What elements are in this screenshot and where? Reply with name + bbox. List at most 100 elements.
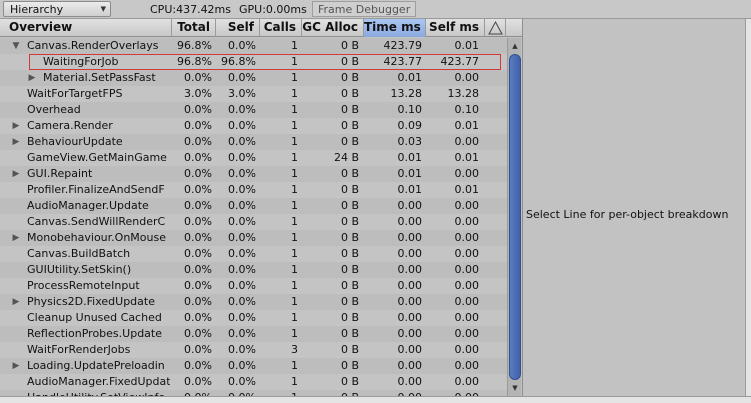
gpu-time-stat: GPU:0.00ms	[239, 3, 307, 16]
column-header-total[interactable]: Total	[172, 19, 216, 37]
table-row[interactable]: ▶ Loading.UpdatePreloadin 0.0% 0.0% 1 0 B 0.00…	[0, 358, 507, 374]
row-name: AudioManager.Update	[27, 199, 149, 212]
row-calls-cell: 1	[291, 311, 298, 324]
warning-triangle-icon[interactable]	[485, 19, 506, 37]
row-time-cell: 0.01	[397, 167, 423, 180]
table-row[interactable]: Profiler.FinalizeAndSendF 0.0% 0.0% 1 0 B 0.0…	[0, 182, 507, 198]
frame-debugger-button[interactable]: Frame Debugger	[312, 1, 417, 17]
row-selfms-cell: 0.00	[454, 215, 480, 228]
table-row[interactable]: GUIUtility.SetSkin() 0.0% 0.0% 1 0 B 0.00 0.00	[0, 262, 507, 278]
row-calls-cell: 1	[291, 167, 298, 180]
row-total-cell: 0.0%	[184, 375, 212, 388]
row-name: GUI.Repaint	[27, 167, 93, 180]
table-row[interactable]: WaitForRenderJobs 0.0% 0.0% 3 0 B 0.00 0.00	[0, 342, 507, 358]
row-total-cell: 3.0%	[184, 87, 212, 100]
row-name: Overhead	[27, 103, 81, 116]
row-name: Canvas.BuildBatch	[27, 247, 131, 260]
scrollbar-thumb[interactable]	[509, 54, 521, 380]
row-total-cell: 0.0%	[184, 103, 212, 116]
profiler-hierarchy-table: ▼ Canvas.RenderOverlays 96.8% 0.0% 1 0 B 423.7…	[0, 38, 507, 396]
bottom-window-edge	[0, 396, 751, 403]
table-row[interactable]: GameView.GetMainGame 0.0% 0.0% 1 24 B 0.01 0.0…	[0, 150, 507, 166]
row-calls-cell: 1	[291, 295, 298, 308]
row-time-cell: 0.10	[397, 103, 423, 116]
row-gc-cell: 0 B	[340, 215, 359, 228]
row-name: Profiler.FinalizeAndSendF	[27, 183, 165, 196]
row-calls-cell: 1	[291, 151, 298, 164]
table-row[interactable]: ▶ Monobehaviour.OnMouse 0.0% 0.0% 1 0 B 0.00 0.…	[0, 230, 507, 246]
row-total-cell: 0.0%	[184, 119, 212, 132]
table-row[interactable]: ▶ Material.SetPassFast 0.0% 0.0% 1 0 B 0.01 0.0…	[0, 70, 507, 86]
row-self-cell: 0.0%	[228, 359, 256, 372]
row-total-cell: 0.0%	[184, 183, 212, 196]
column-header-self-ms[interactable]: Self ms	[426, 19, 485, 37]
row-self-cell: 0.0%	[228, 263, 256, 276]
expand-triangle-right-icon[interactable]: ▶	[11, 230, 21, 246]
table-row[interactable]: ▶ BehaviourUpdate 0.0% 0.0% 1 0 B 0.03 0.00	[0, 134, 507, 150]
expand-triangle-down-icon[interactable]: ▼	[11, 38, 21, 54]
row-calls-cell: 1	[291, 135, 298, 148]
row-total-cell: 0.0%	[184, 359, 212, 372]
scroll-up-icon[interactable]: ▲	[509, 40, 521, 52]
row-total-cell: 0.0%	[184, 231, 212, 244]
column-header-calls[interactable]: Calls	[260, 19, 302, 37]
table-row[interactable]: ▶ Physics2D.FixedUpdate 0.0% 0.0% 1 0 B 0.00 0.…	[0, 294, 507, 310]
row-calls-cell: 3	[291, 343, 298, 356]
row-calls-cell: 1	[291, 119, 298, 132]
table-row[interactable]: Canvas.BuildBatch 0.0% 0.0% 1 0 B 0.00 0.00	[0, 246, 507, 262]
table-row[interactable]: Overhead 0.0% 0.0% 1 0 B 0.10 0.10	[0, 102, 507, 118]
table-row[interactable]: Cleanup Unused Cached 0.0% 0.0% 1 0 B 0.00 0.0…	[0, 310, 507, 326]
table-row[interactable]: WaitForTargetFPS 3.0% 3.0% 1 0 B 13.28 13.28	[0, 86, 507, 102]
selected-row-outline	[29, 54, 501, 70]
view-select-label: Hierarchy	[10, 3, 64, 16]
scroll-down-icon[interactable]: ▼	[509, 382, 521, 394]
table-row[interactable]: AudioManager.FixedUpdat 0.0% 0.0% 1 0 B 0.00 0…	[0, 374, 507, 390]
row-total-cell: 0.0%	[184, 343, 212, 356]
row-self-cell: 0.0%	[228, 199, 256, 212]
row-time-cell: 0.01	[397, 71, 423, 84]
row-calls-cell: 1	[291, 103, 298, 116]
table-row[interactable]: ReflectionProbes.Update 0.0% 0.0% 1 0 B 0.00 0…	[0, 326, 507, 342]
row-total-cell: 0.0%	[184, 279, 212, 292]
row-total-cell: 0.0%	[184, 247, 212, 260]
row-self-cell: 0.0%	[228, 151, 256, 164]
row-time-cell: 0.03	[397, 135, 423, 148]
column-header-gc-alloc[interactable]: GC Alloc	[302, 19, 364, 37]
view-select-dropdown[interactable]: Hierarchy ▼	[3, 1, 111, 17]
row-self-cell: 0.0%	[228, 327, 256, 340]
table-row[interactable]: ProcessRemoteInput 0.0% 0.0% 1 0 B 0.00 0.00	[0, 278, 507, 294]
row-selfms-cell: 0.00	[454, 295, 480, 308]
column-header-self[interactable]: Self	[216, 19, 260, 37]
row-gc-cell: 0 B	[340, 359, 359, 372]
table-row[interactable]: ▶ GUI.Repaint 0.0% 0.0% 1 0 B 0.01 0.00	[0, 166, 507, 182]
column-header-time-ms[interactable]: Time ms	[364, 19, 426, 37]
row-calls-cell: 1	[291, 359, 298, 372]
row-self-cell: 0.0%	[228, 375, 256, 388]
row-gc-cell: 0 B	[340, 295, 359, 308]
vertical-scrollbar[interactable]: ▲ ▼	[507, 38, 521, 396]
row-time-cell: 0.00	[397, 247, 423, 260]
row-selfms-cell: 0.00	[454, 231, 480, 244]
expand-triangle-right-icon[interactable]: ▶	[11, 294, 21, 310]
expand-triangle-right-icon[interactable]: ▶	[27, 70, 37, 86]
table-row[interactable]: Canvas.SendWillRenderC 0.0% 0.0% 1 0 B 0.00 0.…	[0, 214, 507, 230]
row-self-cell: 0.0%	[228, 247, 256, 260]
row-selfms-cell: 0.00	[454, 135, 480, 148]
chevron-down-icon: ▼	[100, 5, 106, 13]
expand-triangle-right-icon[interactable]: ▶	[11, 134, 21, 150]
expand-triangle-right-icon[interactable]: ▶	[11, 166, 21, 182]
row-time-cell: 0.00	[397, 327, 423, 340]
row-name: Canvas.SendWillRenderC	[27, 215, 166, 228]
table-row[interactable]: ▼ Canvas.RenderOverlays 96.8% 0.0% 1 0 B 423.7…	[0, 38, 507, 54]
row-self-cell: 0.0%	[228, 183, 256, 196]
column-header-overview[interactable]: Overview	[0, 19, 172, 37]
table-row[interactable]: AudioManager.Update 0.0% 0.0% 1 0 B 0.00 0.00	[0, 198, 507, 214]
cpu-time-stat: CPU:437.42ms	[150, 3, 232, 16]
row-total-cell: 0.0%	[184, 263, 212, 276]
table-row[interactable]: ▶ Camera.Render 0.0% 0.0% 1 0 B 0.09 0.01	[0, 118, 507, 134]
row-selfms-cell: 0.00	[454, 343, 480, 356]
expand-triangle-right-icon[interactable]: ▶	[11, 118, 21, 134]
row-time-cell: 0.00	[397, 263, 423, 276]
expand-triangle-right-icon[interactable]: ▶	[11, 358, 21, 374]
row-calls-cell: 1	[291, 183, 298, 196]
